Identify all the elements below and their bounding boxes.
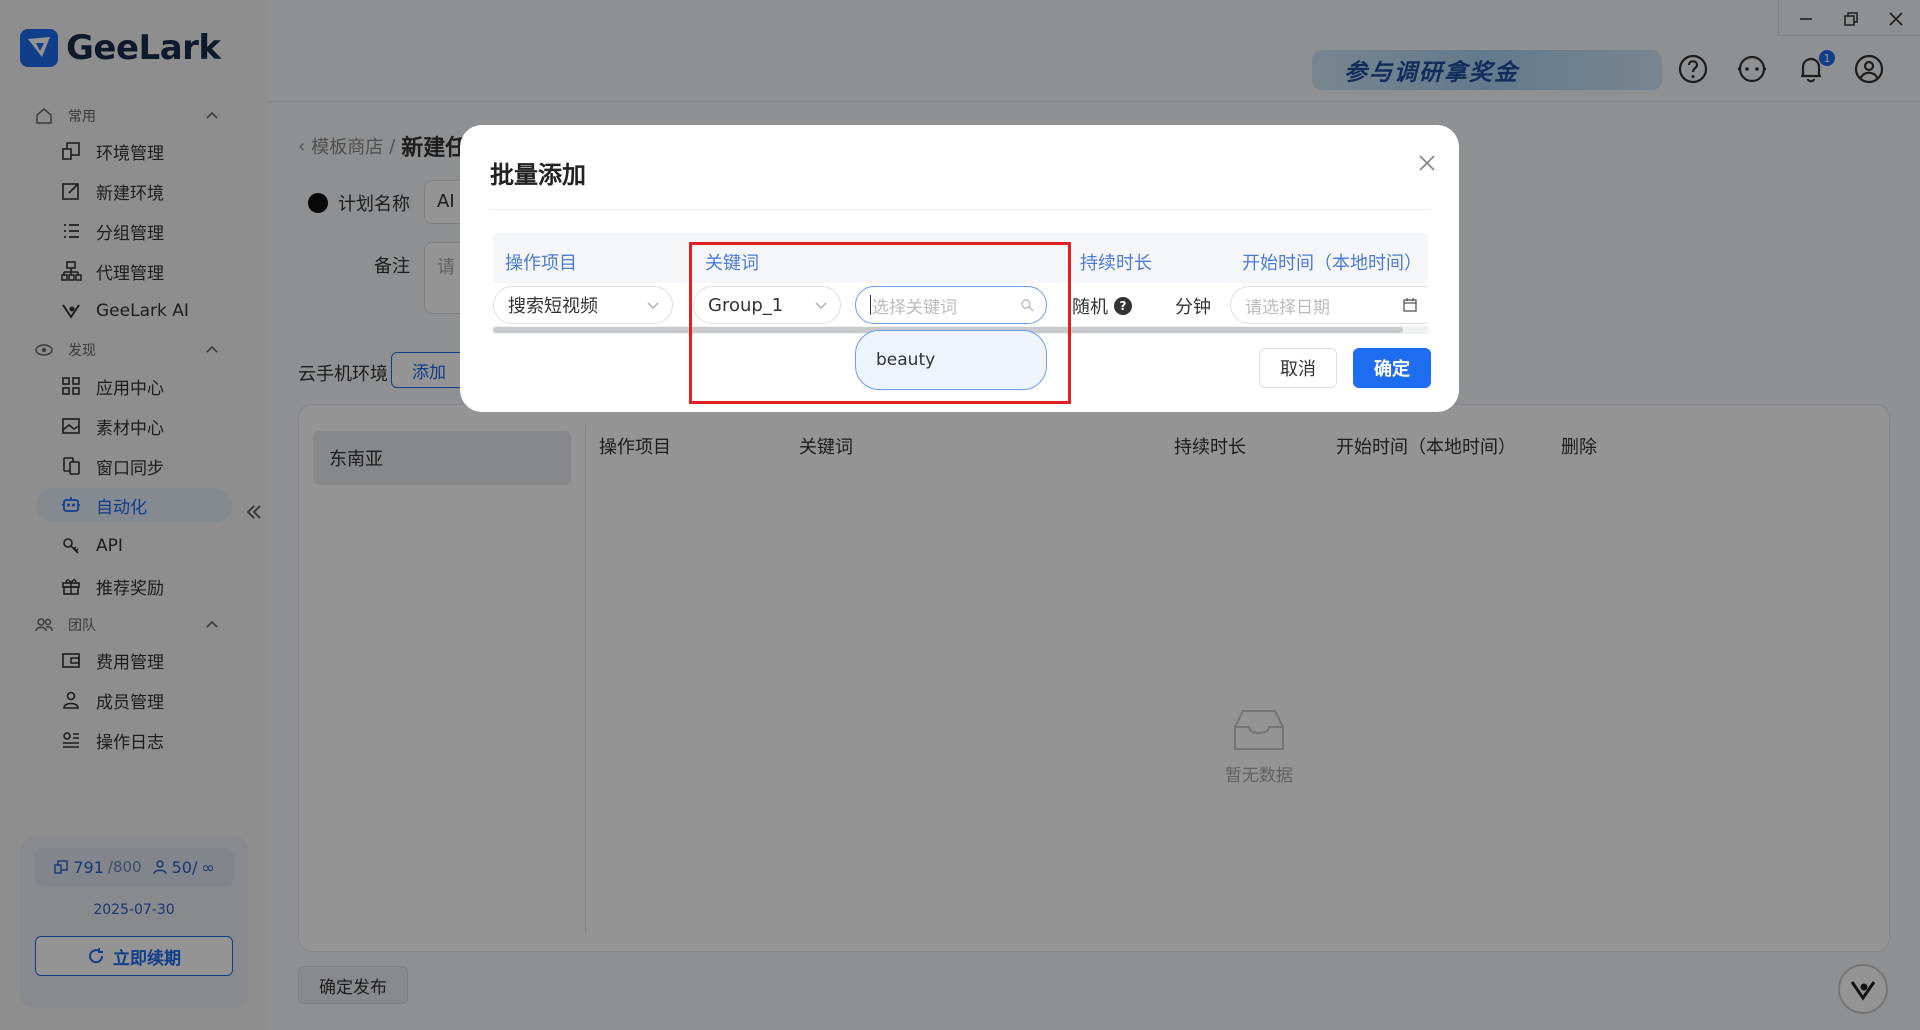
chevron-down-icon [647, 302, 659, 309]
column-header: 开始时间（本地时间） [1242, 253, 1422, 274]
duration-random: 随机 ? [1072, 293, 1132, 319]
calendar-icon [1403, 298, 1417, 312]
confirm-button[interactable]: 确定 [1353, 348, 1431, 388]
highlight-annotation [689, 242, 1071, 404]
start-date-picker[interactable]: 请选择日期 [1230, 286, 1428, 324]
close-icon[interactable] [1415, 151, 1439, 175]
cancel-button[interactable]: 取消 [1259, 348, 1337, 388]
column-header: 操作项目 [505, 253, 577, 274]
duration-value: 随机 [1072, 297, 1108, 318]
column-header: 持续时长 [1080, 253, 1152, 274]
date-placeholder: 请选择日期 [1245, 297, 1330, 318]
action-select[interactable]: 搜索短视频 [493, 286, 673, 324]
action-select-value: 搜索短视频 [508, 296, 598, 317]
dialog-title: 批量添加 [490, 161, 586, 189]
duration-unit: 分钟 [1175, 297, 1211, 318]
duration-help-icon[interactable]: ? [1114, 297, 1132, 315]
dialog-divider [490, 209, 1430, 210]
